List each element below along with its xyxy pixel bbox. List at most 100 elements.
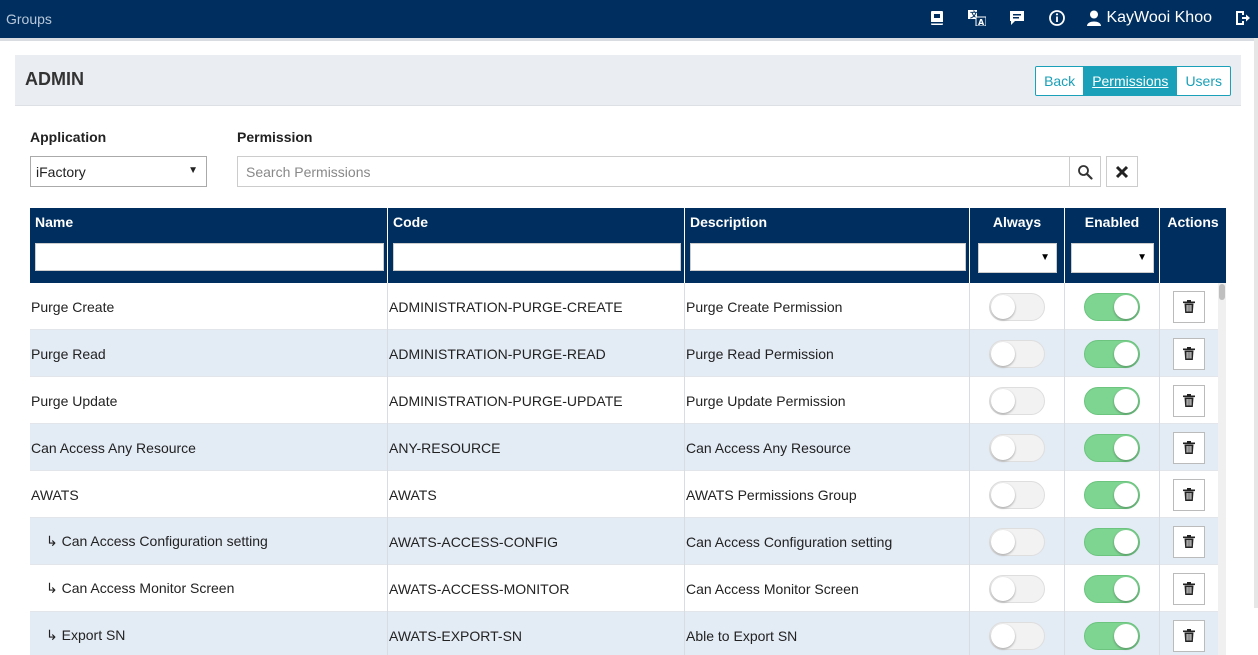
cell-actions xyxy=(1160,612,1218,655)
table-row[interactable]: Purge Read ADMINISTRATION-PURGE-READ Purge… xyxy=(30,330,1218,377)
table-row[interactable]: ↳ Can Access Configuration setting AWATS-… xyxy=(30,518,1218,565)
dropdown-arrow-icon: ▼ xyxy=(1040,252,1050,263)
cell-enabled xyxy=(1065,330,1160,377)
permissions-button[interactable]: Permissions xyxy=(1083,67,1177,95)
cell-enabled xyxy=(1065,518,1160,565)
delete-button[interactable] xyxy=(1173,525,1205,558)
cell-name: ↳ Can Access Configuration setting xyxy=(30,518,388,565)
page-scrollbar[interactable] xyxy=(1254,38,1258,608)
application-select-value: iFactory xyxy=(36,164,86,180)
cell-name: Can Access Any Resource xyxy=(30,424,388,471)
table-scrollbar[interactable] xyxy=(1218,283,1226,655)
cell-code: AWATS-ACCESS-CONFIG xyxy=(388,518,685,565)
table-row[interactable]: ↳ Export SN AWATS-EXPORT-SN Able to Export… xyxy=(30,612,1218,655)
column-description: Description xyxy=(685,208,970,283)
column-always: Always ▼ xyxy=(970,208,1065,283)
always-toggle[interactable] xyxy=(989,433,1045,462)
cell-enabled xyxy=(1065,565,1160,612)
table-row[interactable]: Can Access Any Resource ANY-RESOURCE Can A… xyxy=(30,424,1218,471)
search-permissions-input[interactable]: Search Permissions xyxy=(237,156,1070,187)
cell-actions xyxy=(1160,518,1218,565)
code-filter-input[interactable] xyxy=(393,243,681,271)
enabled-toggle[interactable] xyxy=(1084,527,1140,556)
cell-enabled xyxy=(1065,377,1160,424)
cell-description: Can Access Configuration setting xyxy=(685,518,970,565)
always-toggle[interactable] xyxy=(989,527,1045,556)
toggle-knob xyxy=(991,529,1015,554)
toggle-knob xyxy=(991,576,1015,601)
user-menu[interactable]: KayWooi Khoo xyxy=(1087,9,1212,27)
delete-button[interactable] xyxy=(1173,337,1205,370)
cell-always xyxy=(970,565,1065,612)
always-toggle[interactable] xyxy=(989,621,1045,650)
permissions-table-body: Purge Create ADMINISTRATION-PURGE-CREATE P… xyxy=(30,283,1218,655)
cell-name: AWATS xyxy=(30,471,388,518)
book-icon[interactable] xyxy=(927,8,947,28)
table-row[interactable]: ↳ Can Access Monitor Screen AWATS-ACCESS-… xyxy=(30,565,1218,612)
name-filter-input[interactable] xyxy=(35,243,384,271)
delete-button[interactable] xyxy=(1173,290,1205,323)
enabled-filter-select[interactable]: ▼ xyxy=(1071,243,1154,273)
description-filter-input[interactable] xyxy=(690,243,966,271)
message-icon[interactable] xyxy=(1007,8,1027,28)
table-scrollbar-thumb[interactable] xyxy=(1219,284,1225,300)
delete-button[interactable] xyxy=(1173,431,1205,464)
always-toggle[interactable] xyxy=(989,339,1045,368)
delete-button[interactable] xyxy=(1173,478,1205,511)
cell-code: ADMINISTRATION-PURGE-READ xyxy=(388,330,685,377)
svg-text:A: A xyxy=(978,18,985,26)
application-select[interactable]: iFactory ▼ xyxy=(30,156,207,187)
cell-enabled xyxy=(1065,471,1160,518)
application-label: Application xyxy=(30,129,107,145)
delete-button[interactable] xyxy=(1173,619,1205,652)
always-toggle[interactable] xyxy=(989,292,1045,321)
delete-button[interactable] xyxy=(1173,572,1205,605)
column-enabled-title: Enabled xyxy=(1084,214,1140,230)
table-row[interactable]: Purge Create ADMINISTRATION-PURGE-CREATE P… xyxy=(30,283,1218,330)
trash-icon xyxy=(1183,629,1195,642)
toggle-knob xyxy=(1114,435,1138,460)
logout-icon[interactable] xyxy=(1232,8,1252,28)
column-code: Code xyxy=(388,208,685,283)
translate-icon[interactable]: 文A xyxy=(967,8,987,28)
column-code-title: Code xyxy=(393,214,428,230)
enabled-toggle[interactable] xyxy=(1084,574,1140,603)
enabled-toggle[interactable] xyxy=(1084,621,1140,650)
table-row[interactable]: Purge Update ADMINISTRATION-PURGE-UPDATE P… xyxy=(30,377,1218,424)
always-toggle[interactable] xyxy=(989,480,1045,509)
enabled-toggle[interactable] xyxy=(1084,339,1140,368)
trash-icon xyxy=(1183,535,1195,548)
dropdown-arrow-icon: ▼ xyxy=(1137,252,1147,263)
toggle-knob xyxy=(1114,482,1138,507)
always-toggle[interactable] xyxy=(989,386,1045,415)
column-description-title: Description xyxy=(690,214,768,230)
cell-description: Can Access Monitor Screen xyxy=(685,565,970,612)
enabled-toggle[interactable] xyxy=(1084,292,1140,321)
search-button[interactable] xyxy=(1069,156,1101,187)
toggle-knob xyxy=(991,435,1015,460)
user-icon xyxy=(1087,10,1102,26)
toggle-knob xyxy=(991,623,1015,648)
page-title: ADMIN xyxy=(25,69,84,89)
delete-button[interactable] xyxy=(1173,384,1205,417)
cell-actions xyxy=(1160,377,1218,424)
users-button[interactable]: Users xyxy=(1176,67,1230,95)
always-toggle[interactable] xyxy=(989,574,1045,603)
always-filter-select[interactable]: ▼ xyxy=(978,243,1057,273)
dropdown-arrow-icon: ▼ xyxy=(188,165,198,176)
clear-search-button[interactable] xyxy=(1106,156,1138,187)
trash-icon xyxy=(1183,488,1195,501)
top-bar-shadow xyxy=(0,38,1258,41)
enabled-toggle[interactable] xyxy=(1084,480,1140,509)
info-icon[interactable] xyxy=(1047,8,1067,28)
cell-always xyxy=(970,330,1065,377)
cell-enabled xyxy=(1065,612,1160,655)
enabled-toggle[interactable] xyxy=(1084,386,1140,415)
back-button[interactable]: Back xyxy=(1036,67,1084,95)
enabled-toggle[interactable] xyxy=(1084,433,1140,462)
trash-icon xyxy=(1183,441,1195,454)
cell-description: Able to Export SN xyxy=(685,612,970,655)
brand-title[interactable]: Groups xyxy=(6,11,52,27)
toggle-knob xyxy=(991,294,1015,319)
table-row[interactable]: AWATS AWATS AWATS Permissions Group xyxy=(30,471,1218,518)
